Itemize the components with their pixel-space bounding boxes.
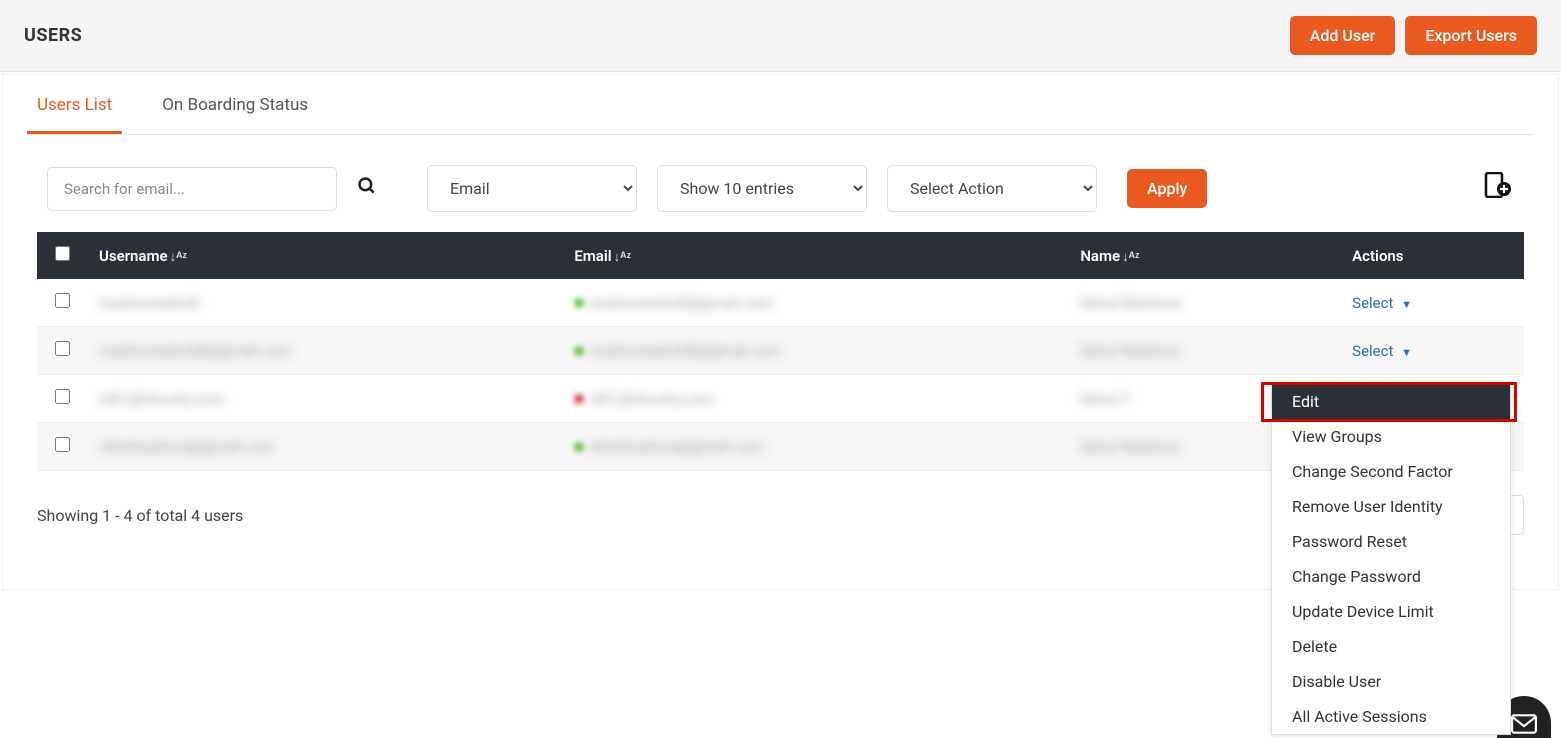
header-buttons: Add User Export Users bbox=[1290, 16, 1537, 55]
row-checkbox[interactable] bbox=[55, 341, 70, 356]
export-users-button[interactable]: Export Users bbox=[1405, 16, 1537, 55]
status-dot bbox=[574, 394, 584, 404]
dropdown-item-all-active-sessions[interactable]: All Active Sessions bbox=[1272, 699, 1510, 734]
page-size-select[interactable]: Show 10 entries bbox=[657, 165, 867, 212]
sort-icon: ↓ᴬᶻ bbox=[614, 250, 632, 265]
row-checkbox[interactable] bbox=[55, 389, 70, 404]
email-cell: mashorarahul48@gmail.com bbox=[588, 342, 781, 360]
status-dot bbox=[574, 346, 584, 356]
search-icon[interactable] bbox=[357, 176, 377, 201]
name-cell: Rahul Mashore bbox=[1080, 342, 1180, 360]
sort-icon: ↓ᴬᶻ bbox=[170, 250, 188, 265]
row-select-action[interactable]: Select ▼ bbox=[1352, 342, 1412, 360]
dropdown-item-password-reset[interactable]: Password Reset bbox=[1272, 524, 1510, 559]
tab-users-list[interactable]: Users List bbox=[27, 75, 122, 134]
table-row: mashorarahul48@gmail.com mashorarahul48@g… bbox=[37, 327, 1524, 375]
row-actions-dropdown: EditView GroupsChange Second FactorRemov… bbox=[1271, 383, 1511, 735]
email-cell: rd01@idcurity.com bbox=[588, 390, 713, 408]
tabs: Users List On Boarding Status bbox=[27, 75, 1534, 135]
dropdown-item-delete[interactable]: Delete bbox=[1272, 629, 1510, 664]
row-select-action[interactable]: Select ▼ bbox=[1352, 294, 1412, 312]
caret-down-icon: ▼ bbox=[1401, 298, 1412, 311]
dropdown-item-remove-user-identity[interactable]: Remove User Identity bbox=[1272, 489, 1510, 524]
bulk-action-select[interactable]: Select Action bbox=[887, 165, 1097, 212]
dropdown-item-change-password[interactable]: Change Password bbox=[1272, 559, 1510, 594]
page-title: USERS bbox=[24, 25, 82, 46]
col-email[interactable]: Email↓ᴬᶻ bbox=[562, 232, 1068, 279]
dropdown-item-view-groups[interactable]: View Groups bbox=[1272, 419, 1510, 454]
dropdown-item-disable-user[interactable]: Disable User bbox=[1272, 664, 1510, 699]
apply-button[interactable]: Apply bbox=[1127, 169, 1207, 208]
email-cell: rahulmashore@gmail.com bbox=[588, 438, 764, 456]
caret-down-icon: ▼ bbox=[1401, 346, 1412, 359]
add-user-button[interactable]: Add User bbox=[1290, 16, 1396, 55]
search-by-select[interactable]: Email bbox=[427, 165, 637, 212]
name-cell: Rahul T bbox=[1080, 390, 1130, 408]
status-dot bbox=[574, 298, 584, 308]
filter-row: Email Show 10 entries Select Action Appl… bbox=[27, 135, 1534, 232]
pagination-summary: Showing 1 - 4 of total 4 users bbox=[37, 506, 243, 525]
add-device-icon[interactable] bbox=[1482, 172, 1514, 205]
dropdown-item-change-second-factor[interactable]: Change Second Factor bbox=[1272, 454, 1510, 489]
col-name[interactable]: Name↓ᴬᶻ bbox=[1068, 232, 1340, 279]
username-cell: mashorarahul0 bbox=[99, 294, 199, 312]
mail-icon bbox=[1511, 714, 1537, 734]
dropdown-item-edit[interactable]: Edit bbox=[1272, 384, 1510, 419]
sort-icon: ↓ᴬᶻ bbox=[1122, 250, 1140, 265]
page-header: USERS Add User Export Users bbox=[0, 0, 1561, 72]
email-cell: mashorarahul0@gmail.com bbox=[588, 294, 772, 312]
tab-onboarding-status[interactable]: On Boarding Status bbox=[152, 75, 318, 134]
select-all-checkbox[interactable] bbox=[55, 246, 70, 261]
username-cell: rd01@idcurity.com bbox=[99, 390, 224, 408]
status-dot bbox=[574, 442, 584, 452]
name-cell: Rahul Mashore bbox=[1080, 294, 1180, 312]
username-cell: mashorarahul48@gmail.com bbox=[99, 342, 292, 360]
name-cell: Rahul Mashore bbox=[1080, 438, 1180, 456]
row-checkbox[interactable] bbox=[55, 293, 70, 308]
username-cell: rahulmashore@gmail.com bbox=[99, 438, 275, 456]
search-input[interactable] bbox=[47, 167, 337, 211]
row-checkbox[interactable] bbox=[55, 437, 70, 452]
table-row: mashorarahul0 mashorarahul0@gmail.com Rahu… bbox=[37, 279, 1524, 327]
col-actions: Actions bbox=[1340, 232, 1524, 279]
dropdown-item-update-device-limit[interactable]: Update Device Limit bbox=[1272, 594, 1510, 629]
col-username[interactable]: Username↓ᴬᶻ bbox=[87, 232, 562, 279]
